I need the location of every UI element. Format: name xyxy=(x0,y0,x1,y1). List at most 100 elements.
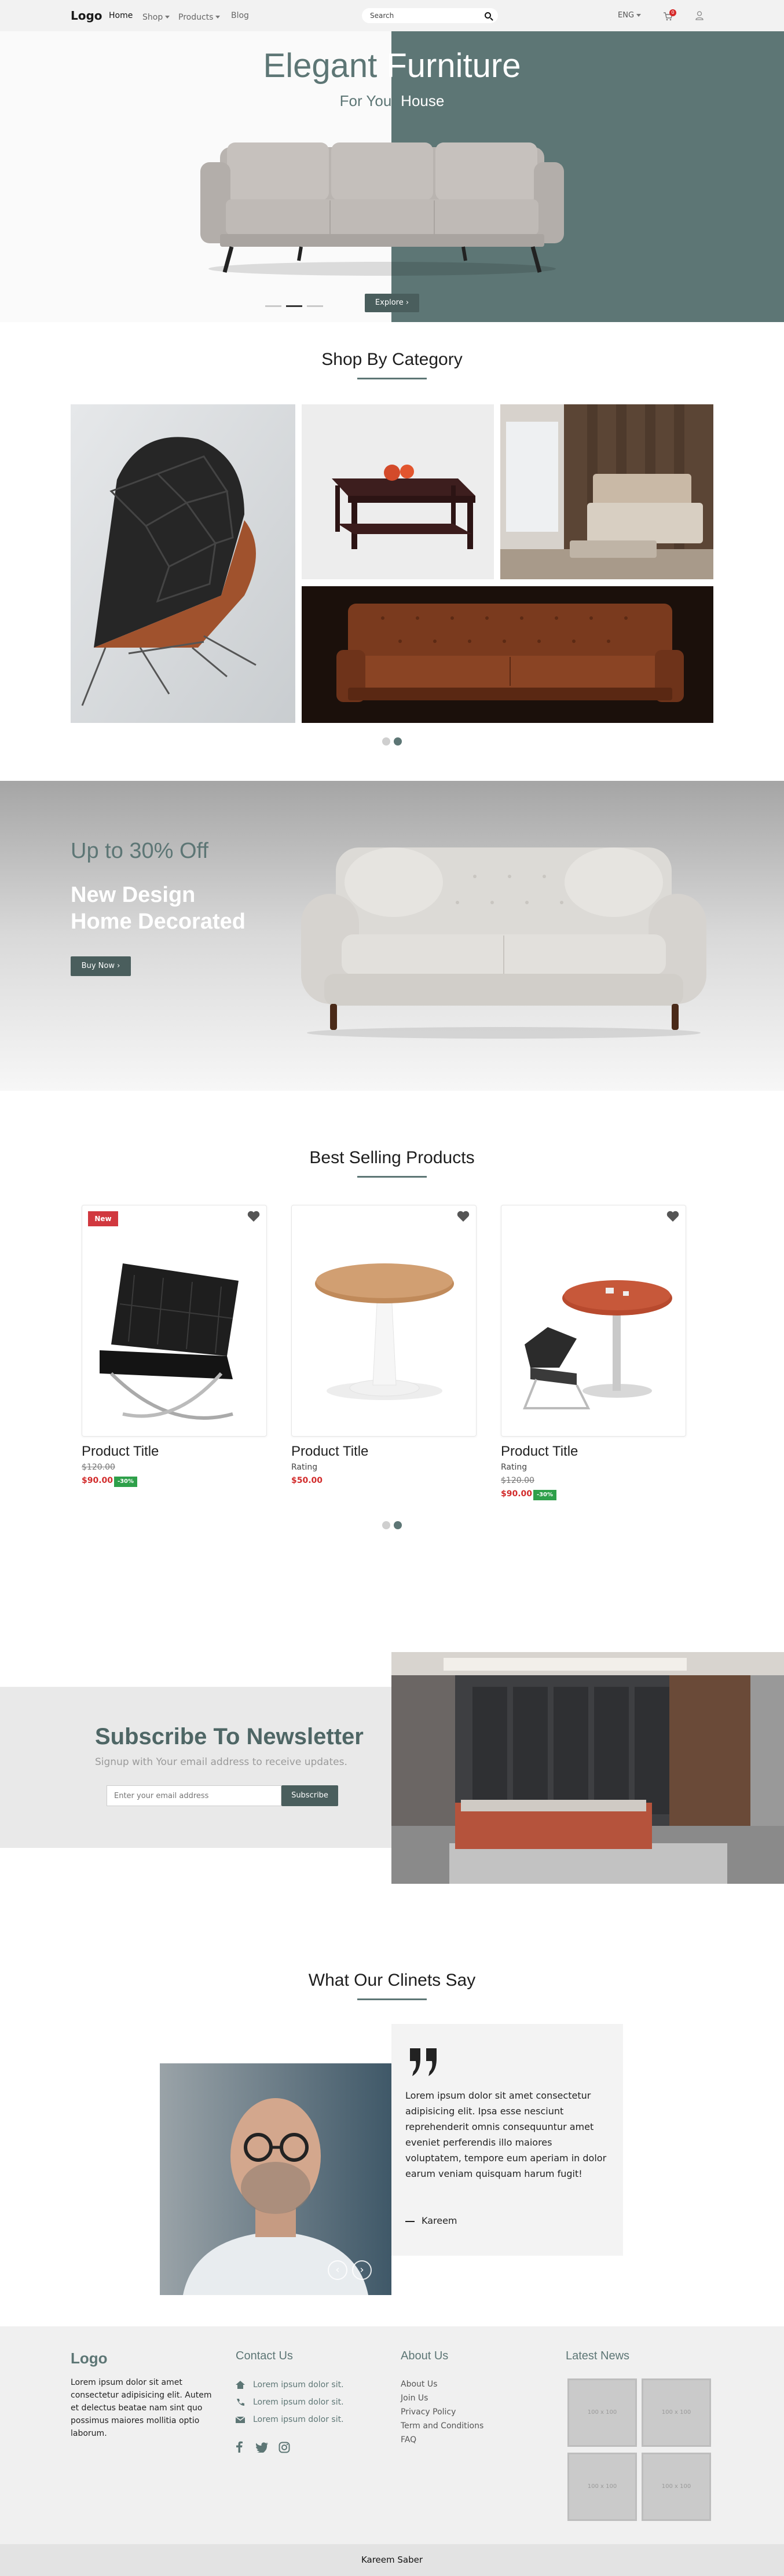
testimonial-card: Lorem ipsum dolor sit amet consectetur a… xyxy=(391,2024,623,2256)
price: $50.00 xyxy=(291,1476,323,1485)
buy-now-button[interactable]: Buy Now › xyxy=(71,956,131,976)
hero-slide-indicator[interactable] xyxy=(265,305,281,307)
price: $90.00 xyxy=(501,1489,533,1499)
footer-logo[interactable]: Logo xyxy=(71,2350,108,2367)
promo-sofa-image xyxy=(301,847,706,1039)
category-section-title: Shop By Category xyxy=(321,350,463,369)
product-title[interactable]: Product Title xyxy=(82,1444,159,1460)
client-portrait-image xyxy=(160,2063,391,2295)
footer-link-privacy[interactable]: Privacy Policy xyxy=(401,2407,456,2417)
product-card[interactable]: New xyxy=(82,1205,267,1437)
account-button[interactable] xyxy=(695,10,704,21)
discount-badge: -30% xyxy=(114,1477,137,1487)
language-label: ENG xyxy=(618,11,635,20)
nav-products-dropdown[interactable]: Products xyxy=(178,11,221,22)
caret-down-icon xyxy=(636,14,642,17)
buy-now-label: Buy Now xyxy=(81,962,115,970)
round-table-image xyxy=(315,1263,454,1400)
promo-line1: New Design xyxy=(71,883,196,907)
category-tile-chairs[interactable] xyxy=(71,404,295,723)
new-badge: New xyxy=(88,1211,118,1226)
cart-button[interactable]: 0 xyxy=(663,9,677,22)
hero-section: Elegant Furniture For Your House Explore… xyxy=(0,31,784,322)
copyright-bar: Kareem Saber xyxy=(0,2544,784,2576)
testimonial-author: Kareem xyxy=(405,2215,457,2226)
barcelona-chair-image xyxy=(100,1263,239,1420)
subscribe-button[interactable]: Subscribe xyxy=(281,1785,338,1806)
nav-products-label: Products xyxy=(178,13,214,22)
price: $90.00 xyxy=(82,1476,113,1485)
footer-link-terms[interactable]: Term and Conditions xyxy=(401,2421,483,2431)
search-input[interactable] xyxy=(370,11,474,20)
facebook-icon[interactable] xyxy=(236,2441,243,2453)
hero-slide-indicator[interactable] xyxy=(307,305,323,307)
rating: Rating xyxy=(291,1463,318,1472)
testimonial-next-button[interactable]: › xyxy=(352,2260,372,2280)
section-underline xyxy=(357,1176,427,1178)
news-thumbnail[interactable]: 100 x 100 xyxy=(567,2453,637,2521)
hero-subtitle-part2: House xyxy=(401,92,445,109)
footer-link-about[interactable]: About Us xyxy=(401,2380,437,2389)
heart-icon[interactable] xyxy=(247,1210,261,1223)
section-underline xyxy=(357,378,427,379)
rating: Rating xyxy=(501,1463,527,1472)
category-tile-sofas[interactable] xyxy=(302,586,713,723)
cart-count-badge: 0 xyxy=(669,9,676,16)
bedroom-image xyxy=(391,1652,784,1884)
hero-sofa-image xyxy=(200,142,564,276)
hero-subtitle-part1: For Your xyxy=(339,92,401,109)
author-name: Kareem xyxy=(422,2215,457,2226)
newsletter-email-input[interactable] xyxy=(107,1785,281,1806)
hero-subtitle: For Your House xyxy=(0,92,784,110)
table-and-chair-image xyxy=(523,1280,672,1409)
coffee-table-image xyxy=(302,404,494,579)
contact-item-phone: Lorem ipsum dolor sit. xyxy=(236,2396,344,2407)
twitter-icon[interactable] xyxy=(255,2442,268,2453)
category-tile-bedroom[interactable] xyxy=(500,404,713,579)
category-carousel-dot[interactable] xyxy=(394,737,402,746)
heart-icon[interactable] xyxy=(666,1210,680,1223)
product-title[interactable]: Product Title xyxy=(291,1444,368,1460)
chevron-right-icon: › xyxy=(117,962,120,970)
footer-link-faq[interactable]: FAQ xyxy=(401,2435,416,2445)
testimonials-title: What Our Clinets Say xyxy=(308,1971,476,1990)
product-card[interactable] xyxy=(291,1205,477,1437)
testimonial-prev-button[interactable]: ‹ xyxy=(328,2260,347,2280)
product-card[interactable] xyxy=(501,1205,686,1437)
nav-logo[interactable]: Logo xyxy=(71,9,102,23)
news-thumbnail[interactable]: 100 x 100 xyxy=(642,2378,711,2447)
promo-line2: Home Decorated xyxy=(71,909,246,934)
footer-link-join[interactable]: Join Us xyxy=(401,2394,428,2403)
footer: Logo Lorem ipsum dolor sit amet consecte… xyxy=(0,2326,784,2544)
contact-line: Lorem ipsum dolor sit. xyxy=(253,2398,344,2407)
chair-image xyxy=(71,404,295,723)
products-carousel-dot[interactable] xyxy=(394,1521,402,1529)
quote-icon xyxy=(410,2048,437,2076)
user-icon xyxy=(695,11,704,20)
nav-shop-label: Shop xyxy=(142,13,163,22)
promo-discount: Up to 30% Off xyxy=(71,839,208,863)
news-thumbnail[interactable]: 100 x 100 xyxy=(642,2453,711,2521)
nav-home-link[interactable]: Home xyxy=(109,11,133,20)
author-dash xyxy=(405,2220,415,2222)
news-thumbnail[interactable]: 100 x 100 xyxy=(567,2378,637,2447)
navbar: Logo Home Shop Products Blog ENG 0 xyxy=(0,0,784,31)
search-icon[interactable] xyxy=(485,12,491,19)
products-carousel-dot[interactable] xyxy=(382,1521,390,1529)
category-carousel-dot[interactable] xyxy=(382,737,390,746)
nav-blog-link[interactable]: Blog xyxy=(231,11,249,20)
newsletter-bedroom-image xyxy=(391,1652,784,1884)
search-bar xyxy=(362,8,498,23)
explore-button[interactable]: Explore › xyxy=(365,294,419,312)
product-title[interactable]: Product Title xyxy=(501,1444,578,1460)
footer-contact-title: Contact Us xyxy=(236,2350,293,2362)
instagram-icon[interactable] xyxy=(279,2442,290,2453)
language-dropdown[interactable]: ENG xyxy=(618,11,642,20)
footer-about-title: About Us xyxy=(401,2350,449,2362)
client-photo: ‹ › xyxy=(160,2063,391,2295)
category-tile-tables[interactable] xyxy=(302,404,494,579)
heart-icon[interactable] xyxy=(456,1210,470,1223)
section-underline xyxy=(357,1998,427,2000)
nav-shop-dropdown[interactable]: Shop xyxy=(142,11,170,22)
hero-slide-indicator[interactable] xyxy=(286,305,302,307)
